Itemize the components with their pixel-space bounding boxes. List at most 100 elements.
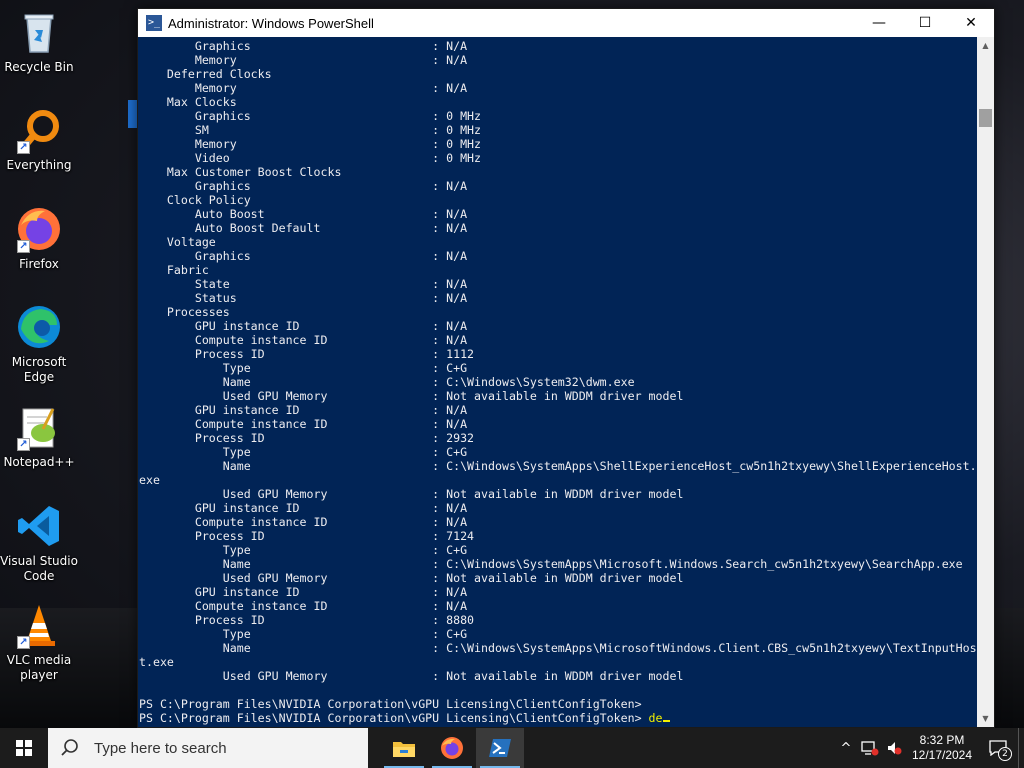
clock-date: 12/17/2024 bbox=[911, 748, 973, 762]
maximize-button[interactable]: ☐ bbox=[902, 9, 948, 37]
console-line: Type : C+G bbox=[139, 445, 468, 459]
console-line: Fabric bbox=[139, 263, 209, 277]
console-line: Name : C:\Windows\SystemApps\Microsoft.W… bbox=[139, 557, 963, 571]
console-line: Memory : 0 MHz bbox=[139, 137, 482, 151]
notification-count-badge: 2 bbox=[998, 747, 1012, 761]
taskbar-app-powershell[interactable] bbox=[476, 728, 524, 768]
desktop-icon-vlc[interactable]: ↗ VLC media player bbox=[0, 601, 78, 683]
console-line: Max Customer Boost Clocks bbox=[139, 165, 342, 179]
recycle-bin-icon bbox=[15, 8, 63, 56]
desktop-icon-label: Recycle Bin bbox=[4, 60, 74, 74]
console-line: GPU instance ID : N/A bbox=[139, 585, 468, 599]
console-line: Graphics : N/A bbox=[139, 39, 468, 53]
shortcut-arrow-icon: ↗ bbox=[17, 141, 30, 154]
console-line: Memory : N/A bbox=[139, 53, 468, 67]
console-line: Used GPU Memory : Not available in WDDM … bbox=[139, 487, 684, 501]
windows-logo-icon bbox=[16, 740, 32, 756]
console-line: Process ID : 8880 bbox=[139, 613, 475, 627]
notification-center-button[interactable]: 2 bbox=[978, 728, 1018, 768]
minimize-button[interactable]: — bbox=[856, 9, 902, 37]
clock-time: 8:32 PM bbox=[919, 733, 965, 747]
console-line: Compute instance ID : N/A bbox=[139, 333, 468, 347]
console-line: State : N/A bbox=[139, 277, 468, 291]
desktop-icon-label: Firefox bbox=[19, 257, 59, 271]
network-icon[interactable] bbox=[858, 728, 882, 768]
desktop-icon-recycle-bin[interactable]: Recycle Bin bbox=[0, 8, 78, 75]
console-line: Graphics : N/A bbox=[139, 249, 468, 263]
console-line: Auto Boost : N/A bbox=[139, 207, 468, 221]
powershell-icon[interactable]: >_ bbox=[146, 15, 162, 31]
desktop-icon-label: VLC media player bbox=[6, 653, 72, 682]
vscode-icon bbox=[15, 502, 63, 550]
console-line: Auto Boost Default : N/A bbox=[139, 221, 468, 235]
console-line: Compute instance ID : N/A bbox=[139, 515, 468, 529]
console-line: Graphics : 0 MHz bbox=[139, 109, 482, 123]
taskbar-search-box[interactable]: Type here to search bbox=[48, 728, 368, 768]
taskbar-app-firefox[interactable] bbox=[428, 728, 476, 768]
desktop-icon-firefox[interactable]: ↗ Firefox bbox=[0, 205, 78, 272]
console-line: Compute instance ID : N/A bbox=[139, 599, 468, 613]
desktop-icon-notepadpp[interactable]: ↗ Notepad++ bbox=[0, 403, 78, 470]
console-line: Graphics : N/A bbox=[139, 179, 468, 193]
text-cursor bbox=[662, 720, 670, 722]
console-line: Clock Policy bbox=[139, 193, 251, 207]
close-button[interactable]: ✕ bbox=[948, 9, 994, 37]
window-titlebar[interactable]: >_ Administrator: Windows PowerShell — ☐… bbox=[138, 9, 994, 37]
console-line: Max Clocks bbox=[139, 95, 237, 109]
console-line: Type : C+G bbox=[139, 627, 468, 641]
console-line: Memory : N/A bbox=[139, 81, 468, 95]
console-line: SM : 0 MHz bbox=[139, 123, 482, 137]
console-line: PS C:\Program Files\NVIDIA Corporation\v… bbox=[139, 697, 642, 711]
console-line: Process ID : 2932 bbox=[139, 431, 475, 445]
console-line: exe bbox=[139, 473, 160, 487]
desktop-icon-label: Notepad++ bbox=[3, 455, 75, 469]
console-line: Used GPU Memory : Not available in WDDM … bbox=[139, 389, 684, 403]
console-output[interactable]: Graphics : N/A Memory : N/A Deferred Clo… bbox=[138, 37, 978, 727]
search-placeholder: Type here to search bbox=[94, 739, 227, 757]
console-line: Processes bbox=[139, 305, 230, 319]
vertical-scrollbar[interactable]: ▲ ▼ bbox=[977, 37, 994, 727]
console-line: Used GPU Memory : Not available in WDDM … bbox=[139, 669, 684, 683]
console-line: Deferred Clocks bbox=[139, 67, 272, 81]
background-window-edge bbox=[128, 100, 137, 128]
console-line: Used GPU Memory : Not available in WDDM … bbox=[139, 571, 684, 585]
firefox-icon bbox=[441, 737, 463, 759]
console-prompt-line[interactable]: PS C:\Program Files\NVIDIA Corporation\v… bbox=[139, 711, 978, 725]
powershell-window[interactable]: >_ Administrator: Windows PowerShell — ☐… bbox=[137, 8, 995, 728]
desktop-icon-label: Everything bbox=[6, 158, 72, 172]
console-line: GPU instance ID : N/A bbox=[139, 319, 468, 333]
console-line: Name : C:\Windows\SystemApps\ShellExperi… bbox=[139, 459, 977, 473]
volume-icon[interactable] bbox=[882, 728, 906, 768]
console-line: Name : C:\Windows\System32\dwm.exe bbox=[139, 375, 635, 389]
console-line: t.exe bbox=[139, 655, 174, 669]
taskbar-clock[interactable]: 8:32 PM 12/17/2024 bbox=[906, 733, 978, 763]
vlc-icon: ↗ bbox=[15, 601, 63, 649]
shortcut-arrow-icon: ↗ bbox=[17, 636, 30, 649]
notepadpp-icon: ↗ bbox=[15, 403, 63, 451]
firefox-icon: ↗ bbox=[15, 205, 63, 253]
scroll-down-icon[interactable]: ▼ bbox=[977, 710, 994, 727]
show-hidden-icons-chevron-icon[interactable]: ^ bbox=[834, 728, 858, 768]
console-line: Compute instance ID : N/A bbox=[139, 417, 468, 431]
window-title: Administrator: Windows PowerShell bbox=[168, 15, 374, 31]
search-icon bbox=[60, 738, 80, 758]
scrollbar-thumb[interactable] bbox=[979, 109, 992, 127]
console-line: Voltage bbox=[139, 235, 216, 249]
start-button[interactable] bbox=[0, 728, 48, 768]
scroll-up-icon[interactable]: ▲ bbox=[977, 37, 994, 54]
desktop-icon-edge[interactable]: Microsoft Edge bbox=[0, 303, 78, 385]
console-line: GPU instance ID : N/A bbox=[139, 501, 468, 515]
prompt-text: PS C:\Program Files\NVIDIA Corporation\v… bbox=[139, 711, 649, 725]
console-line: Type : C+G bbox=[139, 361, 468, 375]
taskbar-app-file-explorer[interactable] bbox=[380, 728, 428, 768]
desktop-icon-vscode[interactable]: Visual Studio Code bbox=[0, 502, 78, 584]
powershell-icon bbox=[489, 739, 511, 757]
show-desktop-button[interactable] bbox=[1018, 728, 1024, 768]
console-line: Process ID : 7124 bbox=[139, 529, 475, 543]
console-line: Process ID : 1112 bbox=[139, 347, 475, 361]
desktop-icon-everything[interactable]: ↗ Everything bbox=[0, 106, 78, 173]
console-line: Video : 0 MHz bbox=[139, 151, 482, 165]
command-input[interactable]: de bbox=[649, 711, 663, 725]
edge-icon bbox=[15, 303, 63, 351]
